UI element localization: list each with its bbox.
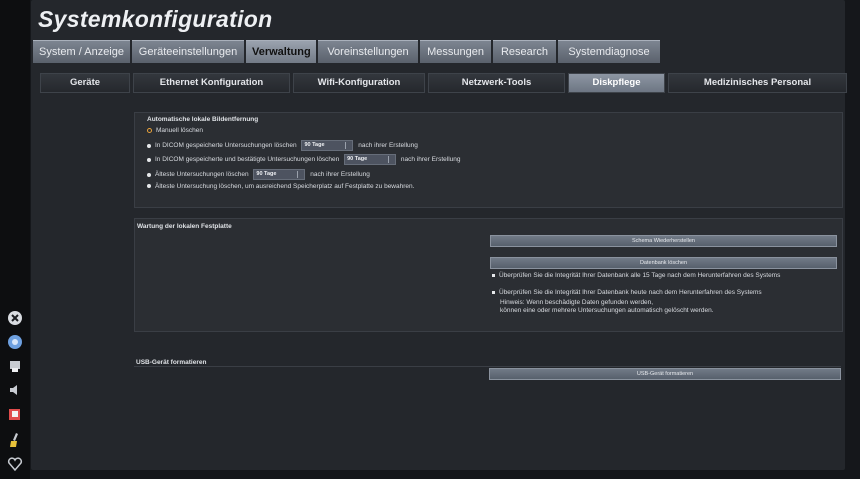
tab-messungen[interactable]: Messungen bbox=[420, 40, 491, 63]
tab-geraeteeinstellungen[interactable]: Geräteeinstellungen bbox=[132, 40, 244, 63]
subtab-netzwerk-tools[interactable]: Netzwerk-Tools bbox=[428, 73, 565, 93]
printer-icon[interactable] bbox=[7, 358, 23, 374]
clean-icon[interactable] bbox=[7, 432, 23, 448]
radio-selected-icon bbox=[147, 127, 152, 133]
format-usb-button[interactable]: USB-Gerät formatieren bbox=[489, 368, 841, 380]
radio-icon bbox=[147, 172, 151, 177]
option-manual[interactable]: Manuell löschen bbox=[147, 127, 203, 134]
check-15-days-option[interactable]: Überprüfen Sie die Integrität Ihrer Date… bbox=[492, 272, 780, 279]
subtab-diskpflege[interactable]: Diskpflege bbox=[568, 73, 665, 93]
option-dicom-confirmed[interactable]: In DICOM gespeicherte und bestätigte Unt… bbox=[147, 154, 461, 165]
radio-icon bbox=[147, 143, 151, 148]
check-today-option[interactable]: Überprüfen Sie die Integrität Ihrer Date… bbox=[492, 289, 762, 296]
option-dicom-saved[interactable]: In DICOM gespeicherte Untersuchungen lös… bbox=[147, 140, 418, 151]
settings-icon[interactable] bbox=[7, 334, 23, 350]
heart-icon[interactable] bbox=[7, 456, 23, 472]
radio-icon bbox=[147, 184, 151, 189]
divider bbox=[134, 366, 841, 367]
subtab-medizinisches-personal[interactable]: Medizinisches Personal bbox=[668, 73, 847, 93]
usb-panel: USB-Gerät formatieren USB-Gerät formatie… bbox=[134, 356, 841, 380]
option-oldest[interactable]: Älteste Untersuchungen löschen 90 Tage n… bbox=[147, 169, 370, 180]
clean-database-button[interactable]: Datenbank löschen bbox=[490, 257, 837, 269]
page-title: Systemkonfiguration bbox=[38, 6, 273, 32]
tab-systemdiagnose[interactable]: Systemdiagnose bbox=[558, 40, 660, 63]
subtab-geraete[interactable]: Geräte bbox=[40, 73, 130, 93]
hint-line-1: Hinweis: Wenn beschädigte Daten gefunden… bbox=[500, 299, 654, 306]
tab-system-anzeige[interactable]: System / Anzeige bbox=[33, 40, 130, 63]
restore-schema-button[interactable]: Schema Wiederherstellen bbox=[490, 235, 837, 247]
radio-icon bbox=[147, 157, 151, 162]
hint-line-2: können eine oder mehrere Untersuchungen … bbox=[500, 307, 714, 314]
dicom-saved-days-select[interactable]: 90 Tage bbox=[301, 140, 354, 151]
tab-verwaltung[interactable]: Verwaltung bbox=[246, 40, 316, 63]
subtab-ethernet[interactable]: Ethernet Konfiguration bbox=[133, 73, 290, 93]
option-oldest-space[interactable]: Älteste Untersuchung löschen, um ausreic… bbox=[147, 183, 414, 190]
oldest-days-select[interactable]: 90 Tage bbox=[253, 169, 306, 180]
main-tab-bar: System / Anzeige Geräteeinstellungen Ver… bbox=[33, 40, 662, 63]
maintenance-title: Wartung der lokalen Festplatte bbox=[137, 223, 232, 230]
tab-voreinstellungen[interactable]: Voreinstellungen bbox=[318, 40, 418, 63]
dicom-confirmed-days-select[interactable]: 90 Tage bbox=[344, 154, 397, 165]
subtab-wifi[interactable]: Wifi-Konfiguration bbox=[293, 73, 425, 93]
checkbox-icon bbox=[492, 290, 495, 294]
sub-tab-bar: Geräte Ethernet Konfiguration Wifi-Konfi… bbox=[40, 73, 847, 93]
export-icon[interactable] bbox=[7, 406, 23, 422]
checkbox-icon bbox=[492, 273, 495, 277]
tab-research[interactable]: Research bbox=[493, 40, 556, 63]
auto-delete-panel: Automatische lokale Bildentfernung Manue… bbox=[134, 112, 843, 208]
auto-delete-title: Automatische lokale Bildentfernung bbox=[147, 116, 259, 123]
maintenance-panel: Wartung der lokalen Festplatte Schema Wi… bbox=[134, 218, 843, 332]
close-icon[interactable] bbox=[7, 310, 23, 326]
speaker-icon[interactable] bbox=[7, 382, 23, 398]
left-toolbar bbox=[0, 0, 30, 479]
usb-title: USB-Gerät formatieren bbox=[136, 359, 207, 366]
